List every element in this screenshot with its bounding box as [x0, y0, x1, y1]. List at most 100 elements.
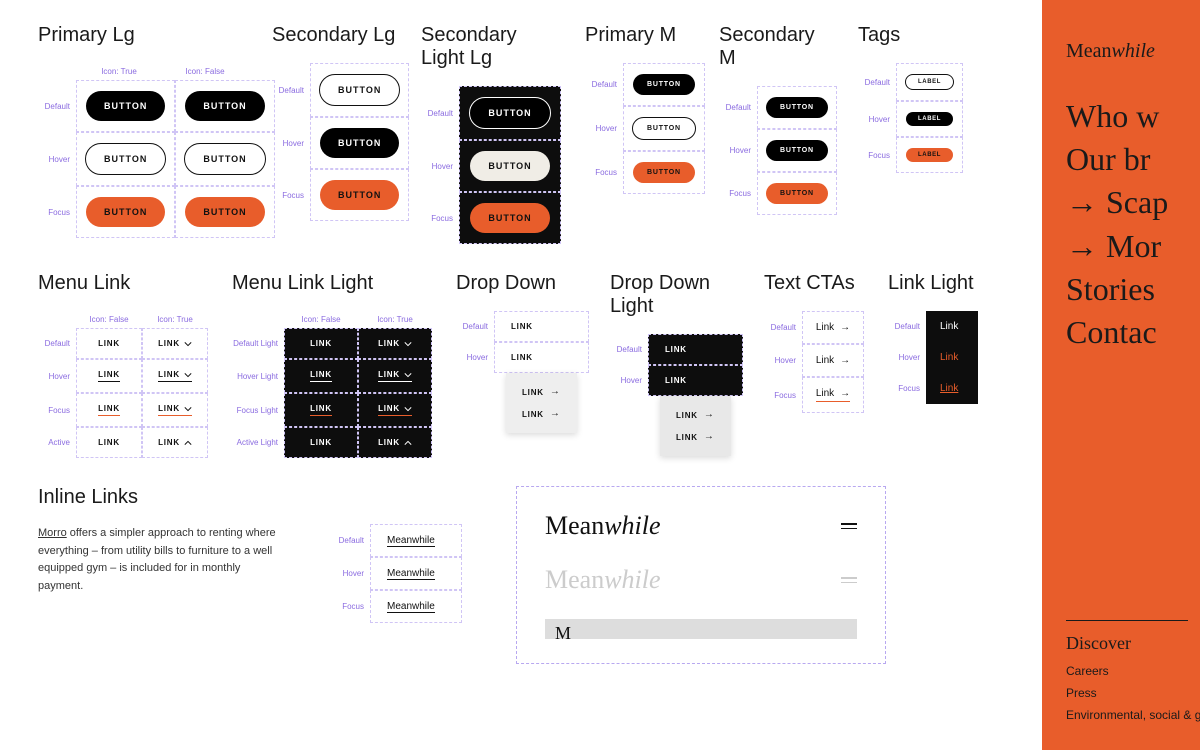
button-primary-m-default[interactable]: BUTTON [633, 74, 695, 95]
button-primary-m-focus[interactable]: BUTTON [633, 162, 695, 183]
dropdown-item[interactable]: LINK→ [672, 404, 719, 426]
state-label: Hover [272, 117, 310, 169]
inline-link[interactable]: Morro [38, 527, 67, 539]
button-secondary-lg-focus[interactable]: BUTTON [320, 180, 399, 210]
state-label: Focus [719, 172, 757, 215]
menu-link-light[interactable]: LINK [310, 404, 332, 416]
menu-link[interactable]: LINK [98, 370, 120, 382]
state-label: Hover [38, 359, 76, 393]
dropdown-item[interactable]: LINK→ [518, 381, 565, 403]
menu-link[interactable]: LINK [98, 438, 120, 447]
button-secondary-m-default[interactable]: BUTTON [766, 97, 828, 118]
sidebar-menu-item[interactable]: Who w [1066, 95, 1200, 138]
hamburger-icon[interactable] [841, 574, 857, 586]
dropdown-flyout: LINK→ LINK→ [506, 373, 577, 433]
sidebar-menu-item[interactable]: Contac [1066, 311, 1200, 354]
state-label: Default [332, 524, 370, 557]
menu-link-light[interactable]: LINK [378, 404, 412, 416]
menu-link[interactable]: LINK [98, 404, 120, 416]
chevron-down-icon [404, 340, 412, 348]
inline-links-paragraph: Morro offers a simpler approach to renti… [38, 525, 278, 595]
button-secondary-lg-default[interactable]: BUTTON [319, 74, 400, 106]
brand-logo: M [555, 623, 571, 643]
state-label: Hover Light [232, 359, 284, 393]
link-light[interactable]: Link [926, 311, 978, 342]
dropdown-link-light[interactable]: LINK [665, 376, 687, 385]
hamburger-icon[interactable] [841, 520, 857, 532]
sidebar-menu-item[interactable]: Stories [1066, 268, 1200, 311]
dropdown-link[interactable]: LINK [511, 322, 533, 331]
chevron-down-icon [184, 340, 192, 348]
menu-link-light[interactable]: LINK [378, 438, 412, 447]
state-label: Hover [585, 106, 623, 151]
state-label: Hover [888, 342, 926, 373]
state-label: Default [888, 311, 926, 342]
button-primary-lg-hover[interactable]: BUTTON [85, 143, 166, 175]
button-primary-lg-hover[interactable]: BUTTON [184, 143, 265, 175]
tag-focus[interactable]: LABEL [906, 148, 953, 162]
button-primary-m-hover[interactable]: BUTTON [632, 117, 696, 140]
button-secondary-light-lg-focus[interactable]: BUTTON [470, 203, 549, 233]
chevron-down-icon [184, 371, 192, 379]
state-label: Focus [421, 192, 459, 244]
dropdown-link-light[interactable]: LINK [665, 345, 687, 354]
arrow-right-icon: → [550, 387, 561, 397]
brand-logo-faded: Meanwhile [545, 565, 661, 595]
dropdown-item[interactable]: LINK→ [518, 403, 565, 425]
button-secondary-light-lg-default[interactable]: BUTTON [469, 97, 550, 129]
menu-link[interactable]: LINK [158, 404, 192, 416]
state-label: Focus [38, 393, 76, 427]
col-label: Icon: True [142, 311, 208, 328]
state-label: Default [38, 80, 76, 132]
brand-logo: Meanwhile [545, 511, 661, 541]
arrow-right-icon: → [704, 410, 715, 420]
text-cta[interactable]: Link→ [816, 322, 850, 333]
dropdown-link[interactable]: LINK [511, 353, 533, 362]
state-label: Default [421, 86, 459, 140]
menu-link[interactable]: LINK [98, 339, 120, 348]
menu-link-light[interactable]: LINK [310, 438, 332, 447]
sidebar-footer-link[interactable]: Press [1066, 686, 1188, 700]
link-light[interactable]: Link [926, 342, 978, 373]
sidebar-footer-link[interactable]: Careers [1066, 664, 1188, 678]
inline-link-example[interactable]: Meanwhile [370, 590, 462, 623]
tag-hover[interactable]: LABEL [906, 112, 953, 126]
brand-logo: Meanwhile [1066, 40, 1200, 63]
button-primary-lg-focus[interactable]: BUTTON [185, 197, 264, 227]
button-secondary-lg-hover[interactable]: BUTTON [320, 128, 399, 158]
state-label: Focus [38, 186, 76, 238]
menu-link-light[interactable]: LINK [310, 370, 332, 382]
sidebar-menu-item[interactable]: Our br [1066, 138, 1200, 181]
section-title: Link Light [888, 272, 978, 295]
state-label: Hover [421, 140, 459, 192]
menu-link-light[interactable]: LINK [310, 339, 332, 348]
section-title: Drop Down Light [610, 272, 740, 318]
button-secondary-m-hover[interactable]: BUTTON [766, 140, 828, 161]
menu-link-light[interactable]: LINK [378, 339, 412, 348]
sidebar-menu-item[interactable]: → Scap [1066, 181, 1200, 224]
button-secondary-light-lg-hover[interactable]: BUTTON [470, 151, 549, 181]
button-primary-lg-default[interactable]: BUTTON [86, 91, 165, 121]
menu-link[interactable]: LINK [158, 438, 192, 447]
button-secondary-m-focus[interactable]: BUTTON [766, 183, 828, 204]
text-cta[interactable]: Link→ [816, 355, 850, 366]
menu-link-light[interactable]: LINK [378, 370, 412, 382]
menu-link[interactable]: LINK [158, 339, 192, 348]
chevron-up-icon [184, 439, 192, 447]
button-primary-lg-focus[interactable]: BUTTON [86, 197, 165, 227]
inline-link-example[interactable]: Meanwhile [370, 557, 462, 590]
dropdown-item[interactable]: LINK→ [672, 426, 719, 448]
arrow-right-icon: → [840, 356, 850, 366]
sidebar-menu-item[interactable]: → Mor [1066, 225, 1200, 268]
text-cta[interactable]: Link→ [816, 388, 850, 402]
menu-link[interactable]: LINK [158, 370, 192, 382]
inline-link-example[interactable]: Meanwhile [370, 524, 462, 557]
section-title: Menu Link [38, 272, 208, 295]
button-primary-lg-default[interactable]: BUTTON [185, 91, 264, 121]
arrow-right-icon: → [704, 432, 715, 442]
link-light[interactable]: Link [926, 373, 978, 404]
section-title: Secondary Light Lg [421, 24, 561, 70]
state-label: Focus [585, 151, 623, 194]
sidebar-footer-link[interactable]: Environmental, social & governance [1066, 708, 1188, 722]
tag-default[interactable]: LABEL [905, 74, 954, 90]
